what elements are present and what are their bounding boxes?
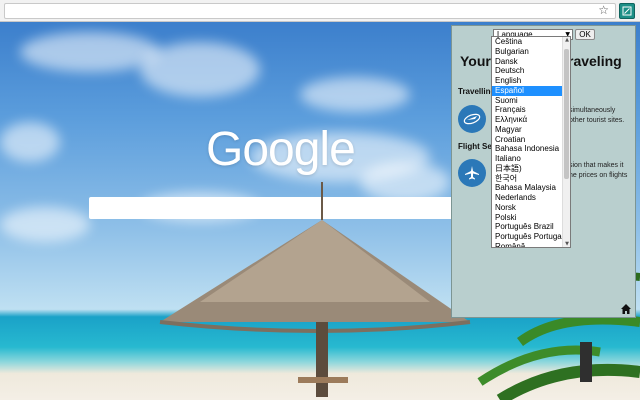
airplane-icon (458, 159, 486, 187)
language-option[interactable]: Croatian (492, 135, 570, 145)
section-heading-flight: Flight Se (458, 142, 492, 151)
section-desc-line: simultaneously (569, 107, 616, 114)
language-option[interactable]: Bahasa Indonesia (492, 144, 570, 154)
language-option[interactable]: Bulgarian (492, 47, 570, 57)
language-option[interactable]: Italiano (492, 154, 570, 164)
language-option[interactable]: Magyar (492, 125, 570, 135)
language-option[interactable]: Deutsch (492, 66, 570, 76)
language-option[interactable]: Polski (492, 213, 570, 223)
browser-toolbar: ☆ (0, 0, 640, 22)
section-heading-travelling: Travelling (458, 87, 496, 96)
language-option[interactable]: Português Portugal (492, 232, 570, 242)
star-icon[interactable]: ☆ (598, 3, 609, 17)
language-option[interactable]: Bahasa Malaysia (492, 183, 570, 193)
language-dropdown-list[interactable]: Čeština Bulgarian Dansk Deutsch English Españ… (491, 36, 571, 248)
language-option[interactable]: Ελληνικά (492, 115, 570, 125)
scrollbar-thumb[interactable] (564, 49, 569, 179)
language-options: Čeština Bulgarian Dansk Deutsch English Españ… (492, 37, 570, 247)
language-option[interactable]: Română (492, 242, 570, 247)
translate-extension-icon[interactable] (619, 3, 635, 19)
section-desc-line: sion that makes it (569, 162, 624, 169)
airplane-globe-icon (458, 105, 486, 133)
language-option[interactable]: 한국어 (492, 174, 570, 184)
language-option[interactable]: Norsk (492, 203, 570, 213)
scroll-up-icon[interactable]: ▲ (563, 37, 570, 43)
language-option[interactable]: Dansk (492, 57, 570, 67)
popup-title-right: raveling (568, 53, 622, 69)
language-option[interactable]: Čeština (492, 37, 570, 47)
language-option[interactable]: Español (492, 85, 570, 96)
scroll-down-icon[interactable]: ▼ (563, 241, 570, 247)
popup-title-left: Your (460, 53, 491, 69)
language-option[interactable]: Português Brazil (492, 222, 570, 232)
language-option[interactable]: Français (492, 105, 570, 115)
language-option[interactable]: Nederlands (492, 193, 570, 203)
language-option[interactable]: Suomi (492, 96, 570, 106)
ok-button[interactable]: OK (575, 29, 595, 40)
language-option[interactable]: 日本語) (492, 164, 570, 174)
section-desc-line: he prices on flights (569, 172, 628, 179)
dropdown-scrollbar[interactable]: ▲ ▼ (562, 37, 570, 247)
home-icon[interactable] (620, 303, 632, 315)
section-desc-line: other tourist sites. (569, 117, 625, 124)
address-bar[interactable]: ☆ (4, 3, 616, 19)
language-option[interactable]: English (492, 76, 570, 86)
